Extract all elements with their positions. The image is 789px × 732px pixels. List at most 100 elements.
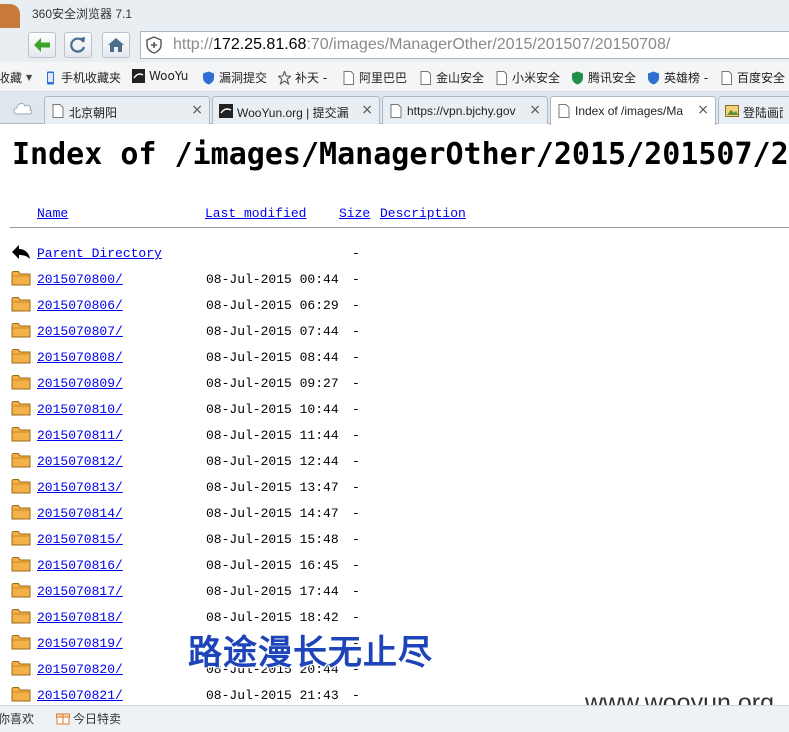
tab-label: WooYun.org | 提交漏	[237, 106, 349, 120]
phone-icon	[47, 71, 54, 84]
last-modified: 08-Jul-2015 07:44	[206, 324, 339, 339]
column-name-header[interactable]: Name	[37, 206, 68, 221]
status-recommend[interactable]: 你喜欢	[0, 710, 34, 727]
shield-icon	[648, 71, 659, 84]
last-modified: 08-Jul-2015 09:27	[206, 376, 339, 391]
tab-wooyun[interactable]: WooYun.org | 提交漏 ×	[212, 96, 380, 124]
refresh-button[interactable]	[64, 32, 92, 58]
cloud-icon[interactable]	[12, 100, 34, 116]
window-title: 360安全浏览器 7.1	[32, 7, 133, 21]
file-size: -	[352, 584, 360, 599]
last-modified: 08-Jul-2015 00:44	[206, 272, 339, 287]
file-size: -	[352, 688, 360, 703]
last-modified: 08-Jul-2015 18:42	[206, 610, 339, 625]
back-icon	[12, 245, 30, 259]
file-size: -	[352, 376, 360, 391]
parent-directory-link[interactable]: Parent Directory	[37, 246, 162, 261]
bookmark-item[interactable]: 金山安全	[419, 69, 484, 86]
file-size: -	[352, 610, 360, 625]
file-size: -	[352, 324, 360, 339]
security-shield-icon[interactable]	[145, 36, 163, 54]
star-icon	[278, 70, 291, 85]
column-description-header[interactable]: Description	[380, 206, 466, 221]
file-size: -	[352, 454, 360, 469]
folder-link[interactable]: 2015070809/	[37, 376, 123, 391]
bookmark-item[interactable]: 漏洞提交	[202, 69, 267, 86]
folder-icon	[11, 687, 31, 702]
today-deals-link[interactable]: 今日特卖	[56, 710, 121, 727]
shield-icon	[572, 71, 583, 84]
back-arrow-icon	[34, 38, 50, 52]
close-icon[interactable]: ×	[361, 102, 373, 118]
file-size: -	[352, 480, 360, 495]
refresh-icon	[70, 37, 86, 53]
folder-link[interactable]: 2015070816/	[37, 558, 123, 573]
folder-link[interactable]: 2015070808/	[37, 350, 123, 365]
back-button[interactable]	[28, 32, 56, 58]
home-button[interactable]	[102, 32, 130, 58]
last-modified: 08-Jul-2015 16:45	[206, 558, 339, 573]
folder-link[interactable]: 2015070814/	[37, 506, 123, 521]
folder-icon	[11, 505, 31, 520]
directory-row: 2015070817/08-Jul-2015 17:44-	[0, 580, 789, 606]
folder-link[interactable]: 2015070807/	[37, 324, 123, 339]
folder-link[interactable]: 2015070817/	[37, 584, 123, 599]
bookmark-item[interactable]: 小米安全	[495, 69, 560, 86]
folder-link[interactable]: 2015070815/	[37, 532, 123, 547]
last-modified: 08-Jul-2015 11:44	[206, 428, 339, 443]
file-size: -	[352, 298, 360, 313]
bookmark-item[interactable]: 手机收藏夹	[44, 69, 121, 86]
folder-link[interactable]: 2015070813/	[37, 480, 123, 495]
tab-label: 登陆画面	[743, 106, 783, 120]
folder-link[interactable]: 2015070820/	[37, 662, 123, 677]
tab-index-of-images[interactable]: Index of /images/Ma ×	[550, 96, 716, 125]
column-last-modified-header[interactable]: Last modified	[205, 206, 306, 221]
address-bar[interactable]: http://172.25.81.68:70/images/ManagerOth…	[140, 31, 789, 59]
page-icon	[390, 104, 402, 118]
directory-row: 2015070814/08-Jul-2015 14:47-	[0, 502, 789, 528]
tab-beijing-chaoyang[interactable]: 北京朝阳 ×	[44, 96, 210, 124]
bookmark-label: 金山安全	[436, 71, 485, 85]
watermark-text: 路途漫长无止尽	[188, 633, 433, 673]
last-modified: 08-Jul-2015 13:47	[206, 480, 339, 495]
close-icon[interactable]: ×	[191, 102, 203, 118]
folder-link[interactable]: 2015070806/	[37, 298, 123, 313]
folder-link[interactable]: 2015070819/	[37, 636, 123, 651]
tab-bar: 北京朝阳 × WooYun.org | 提交漏 × https://vpn.bj…	[0, 92, 789, 125]
tab-login[interactable]: 登陆画面	[718, 96, 789, 124]
bookmark-favorites[interactable]: 收藏 ▼	[0, 69, 32, 86]
bookmark-label: 手机收藏夹	[61, 71, 122, 85]
folder-link[interactable]: 2015070811/	[37, 428, 123, 443]
divider	[10, 227, 789, 228]
bookmark-item[interactable]: 阿里巴巴	[342, 69, 407, 86]
last-modified: 08-Jul-2015 06:29	[206, 298, 339, 313]
bookmark-item[interactable]: 英雄榜 -	[647, 69, 708, 86]
file-size: -	[352, 428, 360, 443]
folder-link[interactable]: 2015070810/	[37, 402, 123, 417]
bookmark-item[interactable]: 补天 -	[278, 69, 327, 86]
file-size: -	[352, 506, 360, 521]
folder-link[interactable]: 2015070800/	[37, 272, 123, 287]
folder-link[interactable]: 2015070812/	[37, 454, 123, 469]
folder-icon	[11, 427, 31, 442]
bookmark-label: 漏洞提交	[219, 71, 268, 85]
url-text[interactable]: http://172.25.81.68:70/images/ManagerOth…	[173, 36, 670, 54]
column-size-header[interactable]: Size	[339, 206, 370, 221]
close-icon[interactable]: ×	[529, 102, 541, 118]
directory-row: 2015070806/08-Jul-2015 06:29-	[0, 294, 789, 320]
bookmark-item[interactable]: 百度安全	[720, 69, 785, 86]
bookmark-item[interactable]: 腾讯安全	[571, 69, 636, 86]
close-icon[interactable]: ×	[697, 102, 709, 118]
folder-icon	[11, 557, 31, 572]
folder-link[interactable]: 2015070818/	[37, 610, 123, 625]
directory-row: 2015070812/08-Jul-2015 12:44-	[0, 450, 789, 476]
folder-icon	[11, 323, 31, 338]
folder-link[interactable]: 2015070821/	[37, 688, 123, 703]
directory-row: 2015070815/08-Jul-2015 15:48-	[0, 528, 789, 554]
status-bar: 你喜欢 今日特卖	[0, 705, 789, 732]
tab-vpn[interactable]: https://vpn.bjchy.gov ×	[382, 96, 548, 124]
bookmark-item[interactable]: WooYu	[132, 69, 188, 83]
directory-row: 2015070807/08-Jul-2015 07:44-	[0, 320, 789, 346]
tab-label: https://vpn.bjchy.gov	[407, 104, 516, 118]
navigation-bar: http://172.25.81.68:70/images/ManagerOth…	[0, 28, 789, 62]
